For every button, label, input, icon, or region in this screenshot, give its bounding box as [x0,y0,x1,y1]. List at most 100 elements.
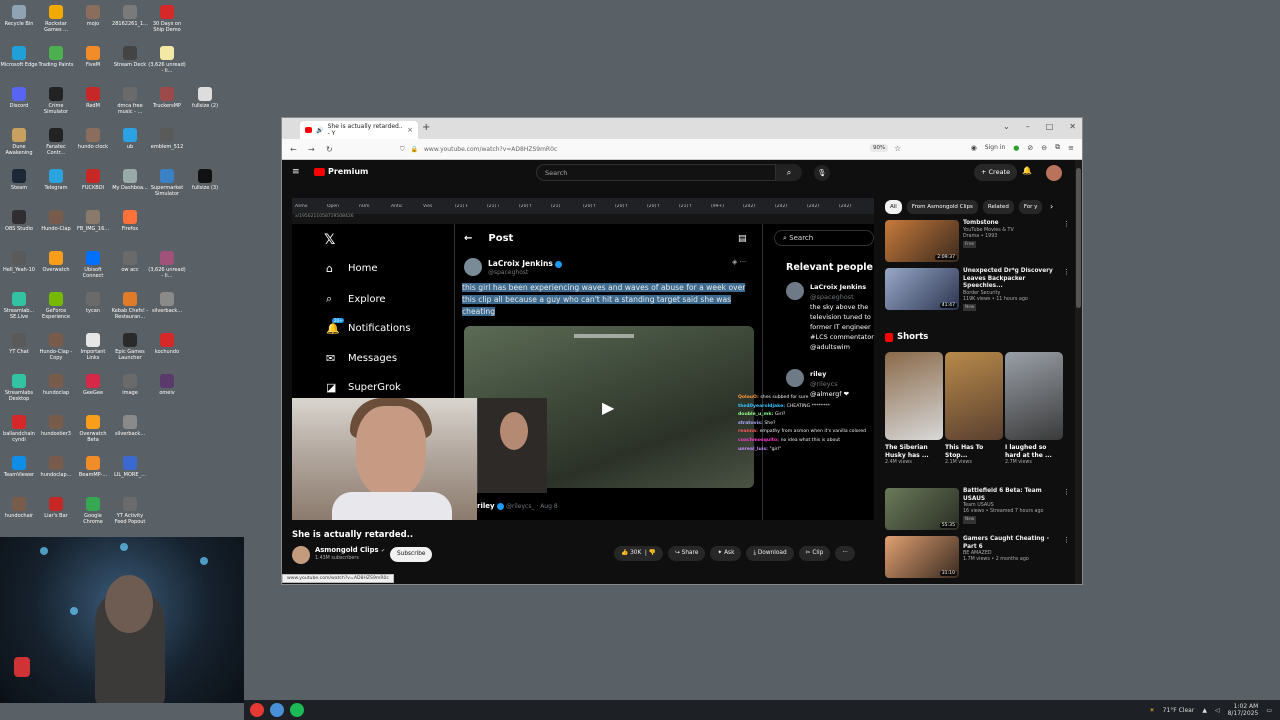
desktop-icon[interactable]: ub [111,128,149,150]
download-button[interactable]: ⤓ Download [746,546,794,561]
short-thumbnail[interactable] [945,352,1003,440]
video-thumbnail[interactable]: 2:09:37 [885,220,959,262]
desktop-icon[interactable]: FiveM [74,46,112,68]
desktop-icon[interactable]: ow acc [111,251,149,273]
desktop-icon[interactable]: Hell_Yeah-10 [0,251,38,273]
desktop-icon[interactable]: Rockstar Games ... [37,5,75,33]
desktop-icon[interactable]: kochundo [148,333,186,355]
desktop-icon[interactable]: tycan [74,292,112,314]
search-button[interactable]: ⌕ [776,164,802,181]
account-icon[interactable]: ◉ [971,144,977,152]
filter-chip[interactable]: For y [1018,200,1043,214]
filter-chip[interactable]: From Asmongold Clips [906,200,978,214]
desktop-icon[interactable]: (3,626 unread) - li... [148,46,186,74]
desktop-icon[interactable]: YT Activity Feed Popout [111,497,149,525]
desktop-icon[interactable]: Steam [0,169,38,191]
zoom-level[interactable]: 90% [870,144,889,152]
close-window-icon[interactable]: ✕ [1069,122,1076,131]
weather-text[interactable]: 71°F Clear [1163,707,1195,714]
desktop-icon[interactable]: fullsize (3) [186,169,224,191]
taskbar-app-icon[interactable] [250,703,264,717]
scrollbar[interactable] [1075,160,1082,584]
desktop-icon[interactable]: Google Chrome [74,497,112,525]
desktop-icon[interactable]: Dune Awakening [0,128,38,156]
desktop-icon[interactable]: Epic Games Launcher [111,333,149,361]
chevron-right-icon[interactable]: › [1050,202,1053,211]
minimize-icon[interactable]: – [1026,122,1030,131]
desktop-icon[interactable]: ballandchain cyndi [0,415,38,443]
share-button[interactable]: ↪ Share [667,546,706,561]
desktop-icon[interactable]: hundo clock [74,128,112,150]
youtube-logo[interactable]: Premium [314,167,368,176]
desktop-icon[interactable]: Hundo-Clap [37,210,75,232]
avatar[interactable] [1046,165,1062,181]
desktop-icon[interactable]: Streamlab... SE.Live [0,292,38,320]
shield-icon[interactable]: ⛉ [400,146,405,154]
weather-icon[interactable]: ☀ [1149,707,1154,714]
sign-in-button[interactable]: Sign in [985,144,1005,151]
forward-icon[interactable]: → [308,145,318,154]
desktop-icon[interactable]: hundochair [0,497,38,519]
filter-chip[interactable]: All [885,200,902,214]
short-item[interactable]: I laughed so hard at the ... 2.7M views [1005,352,1063,465]
desktop-icon[interactable]: Overwatch Beta [74,415,112,443]
short-item[interactable]: This Has To Stop... 2.1M views [945,352,1003,465]
desktop-icon[interactable]: RedM [74,87,112,109]
subscribe-button[interactable]: Subscribe [390,547,433,562]
desktop-icon[interactable]: Overwatch [37,251,75,273]
desktop-icon[interactable]: FUCKBOI [74,169,112,191]
desktop-icon[interactable]: Liar's Bar [37,497,75,519]
desktop-icon[interactable]: YT Chat [0,333,38,355]
desktop-icon[interactable]: My Dashboa... [111,169,149,191]
ask-button[interactable]: ✦ Ask [710,546,742,561]
search-input[interactable]: Search [536,164,776,181]
tab-youtube[interactable]: 🔊 She is actually retarded.. - Y × [300,121,418,139]
new-tab-button[interactable]: + [422,122,430,133]
desktop-icon[interactable]: Kebab Chefs! - Restauran... [111,292,149,320]
address-field[interactable]: ⛉ 🔒 www.youtube.com/watch?v=AD8HZS9mR0c [400,142,890,157]
desktop-icon[interactable]: silverback... [111,415,149,437]
more-vert-icon[interactable]: ⋮ [1063,488,1070,496]
audio-icon[interactable]: 🔊 [316,127,323,134]
thumbs-down-icon[interactable]: 👎 [649,550,656,556]
desktop-icon[interactable]: GeForce Experience [37,292,75,320]
desktop-icon[interactable]: 30 Days on Ship Demo [148,5,186,33]
more-actions-button[interactable]: ··· [835,546,855,561]
back-icon[interactable]: ← [290,145,300,154]
desktop-icon[interactable]: Important Links [74,333,112,361]
desktop-icon[interactable]: fullsize (2) [186,87,224,109]
desktop-icon[interactable]: GeeGee [74,374,112,396]
desktop-icon[interactable]: Microsoft Edge [0,46,38,68]
desktop-icon[interactable]: Hundo-Clap - Copy [37,333,75,361]
channel-name[interactable]: Asmongold Clips ✔ [315,546,385,554]
video-thumbnail[interactable]: 55:35 [885,488,959,530]
bookmark-star-icon[interactable]: ☆ [894,144,901,153]
desktop-icon[interactable]: Firefox [111,210,149,232]
menu-icon[interactable]: ≡ [1068,144,1074,152]
voice-search-button[interactable]: 🎙 [814,165,830,181]
desktop-icon[interactable]: Fanatec Contr... [37,128,75,156]
recommended-video[interactable]: 31:10 Gamers Caught Cheating - Part 6 BE A… [885,536,1070,580]
desktop-icon[interactable]: mojo [74,5,112,27]
desktop-icon[interactable]: OBS Studio [0,210,38,232]
close-tab-icon[interactable]: × [407,126,413,134]
desktop-icon[interactable]: image [111,374,149,396]
desktop-icon[interactable]: TeamViewer [0,456,38,478]
desktop-icon[interactable]: Discord [0,87,38,109]
lock-icon[interactable]: 🔒 [411,146,418,153]
desktop-icon[interactable]: TruckersMP [148,87,186,109]
desktop-icon[interactable]: hundoclap [37,374,75,396]
taskbar-app-icon[interactable] [290,703,304,717]
recommended-video[interactable]: 55:35 Battlefield 6 Beta: Team USAUS Team … [885,488,1070,532]
desktop-icon[interactable]: Crime Simulator [37,87,75,115]
like-button[interactable]: 👍 30K | 👎 [614,546,663,561]
short-item[interactable]: The Siberian Husky has ... 2.4M views [885,352,943,465]
desktop-icon[interactable]: BeamMP-... [74,456,112,478]
maximize-icon[interactable]: □ [1046,122,1054,131]
desktop-icon[interactable]: Streamlabs Desktop [0,374,38,402]
desktop-icon[interactable]: Recycle Bin [0,5,38,27]
recommended-video[interactable]: 41:47 Unexpected Dr*g Discovery Leaves Ba… [885,268,1070,312]
extension-icon[interactable]: ⊖ [1041,144,1047,152]
desktop-icon[interactable]: emblem_512 [148,128,186,150]
more-vert-icon[interactable]: ⋮ [1063,220,1070,228]
